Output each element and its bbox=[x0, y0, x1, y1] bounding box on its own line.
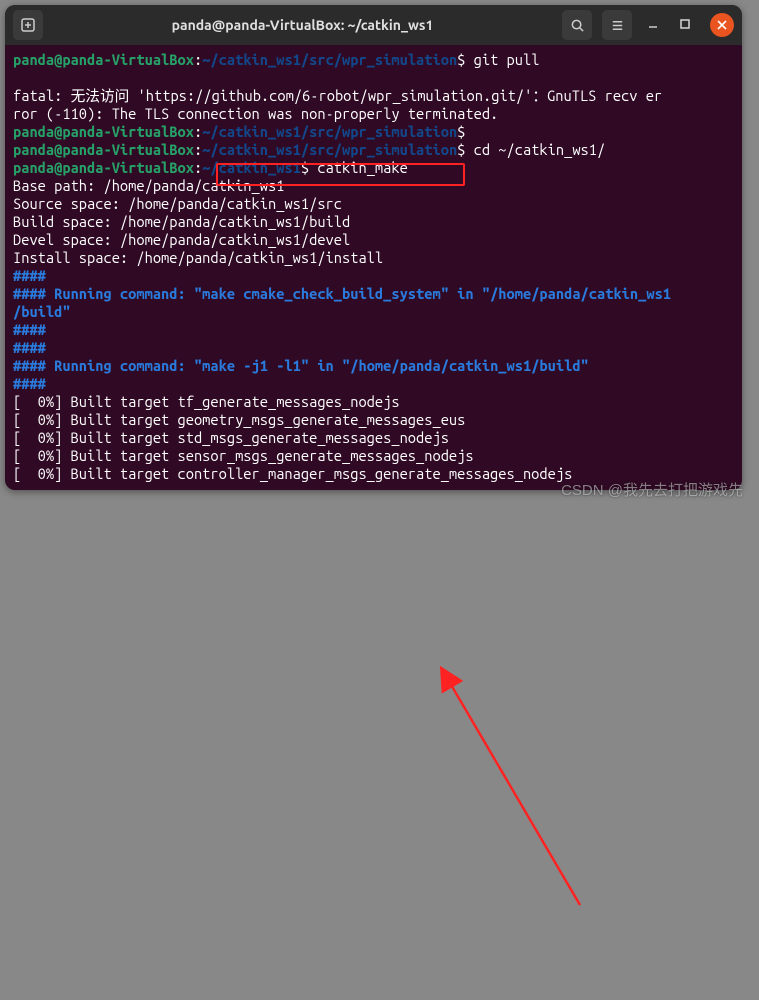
new-tab-button[interactable] bbox=[13, 10, 43, 40]
terminal-window: panda@panda-VirtualBox: ~/catkin_ws1 pan… bbox=[5, 5, 742, 490]
prompt-user: panda@panda-VirtualBox bbox=[13, 51, 194, 68]
close-icon bbox=[717, 20, 727, 30]
annotation-arrow bbox=[0, 495, 759, 1000]
error-line: fatal: 无法访问 'https://github.com/6-robot/… bbox=[13, 87, 662, 104]
terminal-body[interactable]: panda@panda-VirtualBox:~/catkin_ws1/src/… bbox=[5, 45, 742, 490]
annotation-box bbox=[216, 163, 465, 186]
cmd-cd: cd ~/catkin_ws1/ bbox=[474, 141, 606, 158]
titlebar: panda@panda-VirtualBox: ~/catkin_ws1 bbox=[5, 5, 742, 45]
running-label: #### Running command: bbox=[13, 285, 194, 302]
output-line: Devel space: /home/panda/catkin_ws1/deve… bbox=[13, 231, 350, 248]
build-line: [ 0%] Built target tf_generate_messages_… bbox=[13, 393, 400, 410]
hash-line: #### bbox=[13, 267, 46, 284]
watermark: CSDN @我先去打把游戏先 bbox=[561, 479, 743, 500]
cmd-git-pull: git pull bbox=[474, 51, 540, 68]
menu-button[interactable] bbox=[602, 10, 632, 40]
build-line: [ 0%] Built target controller_manager_ms… bbox=[13, 465, 572, 482]
output-line: Install space: /home/panda/catkin_ws1/in… bbox=[13, 249, 383, 266]
hamburger-icon bbox=[610, 18, 625, 33]
prompt-path: ~/catkin_ws1/src/wpr_simulation bbox=[202, 51, 457, 68]
output-line: Source space: /home/panda/catkin_ws1/src bbox=[13, 195, 342, 212]
close-button[interactable] bbox=[710, 13, 734, 37]
build-line: [ 0%] Built target geometry_msgs_generat… bbox=[13, 411, 465, 428]
search-icon bbox=[570, 18, 585, 33]
minimize-button[interactable] bbox=[642, 17, 664, 33]
maximize-button[interactable] bbox=[674, 17, 696, 33]
minimize-icon bbox=[647, 18, 659, 30]
window-title: panda@panda-VirtualBox: ~/catkin_ws1 bbox=[49, 17, 556, 33]
new-tab-icon bbox=[20, 17, 36, 33]
build-line: [ 0%] Built target std_msgs_generate_mes… bbox=[13, 429, 449, 446]
error-line: ror (-110): The TLS connection was non-p… bbox=[13, 105, 498, 122]
build-line: [ 0%] Built target sensor_msgs_generate_… bbox=[13, 447, 474, 464]
output-line: Build space: /home/panda/catkin_ws1/buil… bbox=[13, 213, 350, 230]
maximize-icon bbox=[679, 18, 691, 30]
search-button[interactable] bbox=[562, 10, 592, 40]
